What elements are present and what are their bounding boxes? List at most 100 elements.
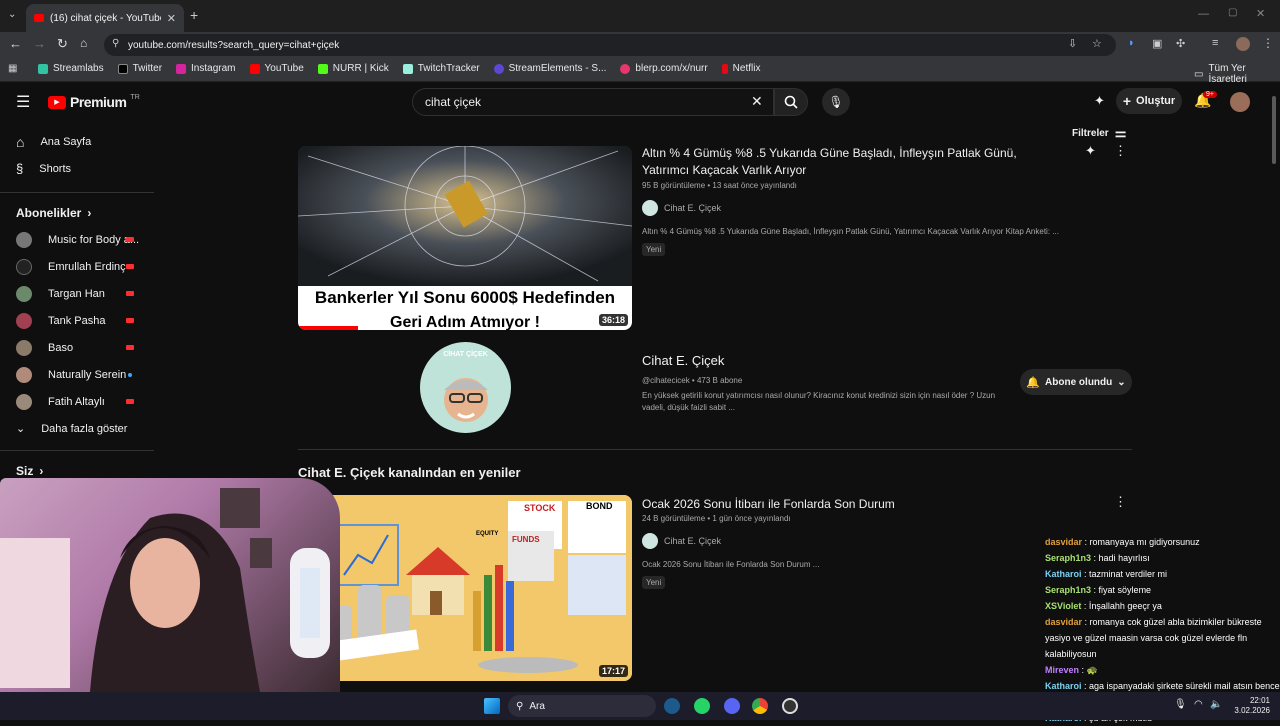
maximize-icon[interactable]: ▢ (1228, 7, 1237, 18)
browser-tab[interactable]: (16) cihat çiçek - YouTube ✕ (26, 4, 184, 32)
bookmark-youtube[interactable]: YouTube (249, 63, 304, 74)
site-info-icon[interactable]: ⚲ (112, 38, 119, 49)
channel-description: En yüksek getirili konut yatırımcısı nas… (642, 391, 996, 412)
back-icon[interactable]: ← (9, 36, 22, 51)
steam-icon[interactable] (664, 698, 680, 714)
subscriptions-heading[interactable]: Abonelikler › (0, 199, 154, 226)
sidebar-sub-item[interactable]: Fatih Altaylı (0, 388, 154, 415)
page-scrollbar[interactable] (1272, 96, 1276, 164)
star-bookmark-icon[interactable]: ☆ (1092, 37, 1102, 50)
chat-username: Mireven (1045, 665, 1080, 675)
extensions-puzzle-icon[interactable]: ✣ (1176, 37, 1185, 50)
forward-icon[interactable]: → (33, 36, 46, 51)
profile-avatar[interactable] (1236, 37, 1250, 51)
chevron-right-icon: › (87, 205, 92, 220)
channel-avatar (16, 366, 32, 383)
thumb-label-bond: BOND (586, 501, 613, 511)
sidebar-sub-item[interactable]: Emrullah Erdinç (0, 253, 154, 280)
more-options-icon[interactable]: ⋮ (1114, 494, 1127, 510)
ai-icon[interactable]: ✦ (1094, 93, 1105, 109)
wifi-icon[interactable]: ◠ (1194, 699, 1203, 710)
apps-grid-icon[interactable]: ▦ (8, 63, 17, 74)
home-icon[interactable]: ⌂ (80, 36, 87, 50)
channel-link[interactable]: Cihat E. Çiçek (642, 200, 721, 216)
sidebar-sub-item[interactable]: Naturally Serein (0, 361, 154, 388)
reload-icon[interactable]: ↻ (57, 36, 68, 52)
windows-start-icon[interactable] (484, 698, 500, 714)
thumbnail-caption-line-2: Geri Adım Atmıyor ! (390, 314, 540, 330)
sidebar-item-home[interactable]: ⌂ Ana Sayfa (0, 128, 154, 155)
obs-icon[interactable] (782, 698, 798, 714)
account-avatar[interactable] (1230, 92, 1250, 112)
video-title[interactable]: Ocak 2026 Sonu İtibarı ile Fonlarda Son … (642, 496, 895, 513)
more-options-icon[interactable]: ⋮ (1114, 143, 1127, 159)
speaker-icon[interactable]: 🔈 (1210, 699, 1222, 710)
search-input[interactable]: cihat çiçek ✕ (412, 88, 774, 116)
menu-kebab-icon[interactable]: ⋮ (1262, 36, 1274, 50)
live-indicator-icon (126, 399, 134, 404)
voice-search-button[interactable]: 🎙 (822, 88, 850, 116)
close-tab-icon[interactable]: ✕ (167, 12, 176, 25)
chat-message: dasvidar : romanya cok güzel abla bizimk… (1045, 617, 1262, 659)
subscribed-button[interactable]: 🔔 Abone olundu ⌄ (1020, 369, 1132, 395)
sidebar-sub-item[interactable]: Music for Body a... (0, 226, 154, 253)
filters-button[interactable]: Filtreler ⚌ (1072, 125, 1126, 141)
chat-username: Seraph1n3 (1045, 553, 1092, 563)
channel-link[interactable]: Cihat E. Çiçek (642, 533, 721, 549)
video-thumbnail[interactable]: STOCK BOND FUNDS EQUITY 17:17 (298, 495, 632, 681)
clock[interactable]: 22:01 3.02.2026 (1230, 696, 1270, 716)
tab-search-icon[interactable]: ⌄ (8, 9, 16, 20)
sidebar-sub-item[interactable]: Tank Pasha (0, 307, 154, 334)
home-icon: ⌂ (16, 133, 25, 150)
minimize-icon[interactable]: — (1198, 8, 1209, 20)
channel-avatar-large[interactable]: CİHAT ÇİÇEK (420, 342, 511, 433)
chat-text: hadi hayırlısı (1098, 553, 1150, 563)
channel-avatar (16, 339, 32, 356)
microphone-icon: 🎙 (828, 95, 844, 109)
bookmark-instagram[interactable]: Instagram (176, 63, 236, 74)
extension-icon[interactable]: ◗ (1128, 37, 1135, 49)
close-window-icon[interactable]: ✕ (1256, 7, 1265, 20)
channel-avatar (16, 312, 32, 329)
address-bar-row: ← → ↻ ⌂ ⚲ youtube.com/results?search_que… (0, 32, 1280, 58)
url-field[interactable]: ⚲ youtube.com/results?search_query=cihat… (104, 34, 1116, 56)
bookmark-twitchtracker[interactable]: TwitchTracker (402, 63, 480, 74)
video-meta: 24 B görüntüleme • 1 gün önce yayınlandı (642, 514, 791, 523)
live-indicator-icon (126, 345, 134, 350)
taskbar-search[interactable]: ⚲ Ara (508, 695, 656, 717)
create-button[interactable]: + Oluştur (1116, 88, 1182, 114)
media-icon[interactable]: ≡ (1212, 37, 1218, 49)
youtube-premium-logo[interactable]: ▶ Premium TR (48, 94, 140, 110)
discord-icon[interactable] (724, 698, 740, 714)
chrome-icon[interactable] (752, 698, 768, 714)
channel-name[interactable]: Cihat E. Çiçek (642, 352, 724, 369)
show-more-button[interactable]: ⌄ Daha fazla göster (0, 415, 154, 442)
bookmark-blerp[interactable]: blerp.com/x/nurr (620, 63, 708, 74)
sidebar-item-shorts[interactable]: § Shorts (0, 155, 154, 182)
channel-avatar (16, 393, 32, 410)
video-title[interactable]: Altın % 4 Gümüş %8 .5 Yukarıda Güne Başl… (642, 145, 1062, 179)
bookmark-streamlabs[interactable]: Streamlabs (38, 63, 104, 74)
bookmark-netflix[interactable]: Netflix (721, 63, 760, 74)
clear-search-icon[interactable]: ✕ (751, 93, 763, 110)
youtube-logo-icon: ▶ (48, 95, 66, 109)
ai-summary-icon[interactable]: ✦ (1085, 143, 1096, 159)
sidebar-sub-item[interactable]: Targan Han (0, 280, 154, 307)
video-thumbnail[interactable]: Bankerler Yıl Sonu 6000$ Hedefinden Geri… (298, 146, 632, 330)
hamburger-menu-icon[interactable]: ☰ (16, 92, 30, 112)
bookmark-streamelements[interactable]: StreamElements - S... (493, 63, 606, 74)
chat-text: İnşallahh geeçr ya (1088, 601, 1162, 611)
new-tab-icon[interactable]: + (190, 7, 198, 23)
mic-tray-icon[interactable]: 🎙 (1174, 699, 1187, 710)
install-icon[interactable]: ⇩ (1068, 37, 1077, 50)
whatsapp-icon[interactable] (694, 698, 710, 714)
chat-username: Seraph1n3 (1045, 585, 1092, 595)
sidebar-sub-item[interactable]: Baso (0, 334, 154, 361)
bookmark-kick[interactable]: NURR | Kick (317, 63, 389, 74)
search-button[interactable] (774, 88, 808, 116)
chat-message: Katharoi : tazminat verdiler mi (1045, 569, 1168, 579)
bookmark-twitter[interactable]: Twitter (117, 63, 162, 74)
youtube-favicon-icon (34, 14, 44, 22)
extension-icon-2[interactable]: ▣ (1152, 37, 1162, 50)
chat-message: dasvidar : romanyaya mı gidiyorsunuz (1045, 537, 1200, 547)
